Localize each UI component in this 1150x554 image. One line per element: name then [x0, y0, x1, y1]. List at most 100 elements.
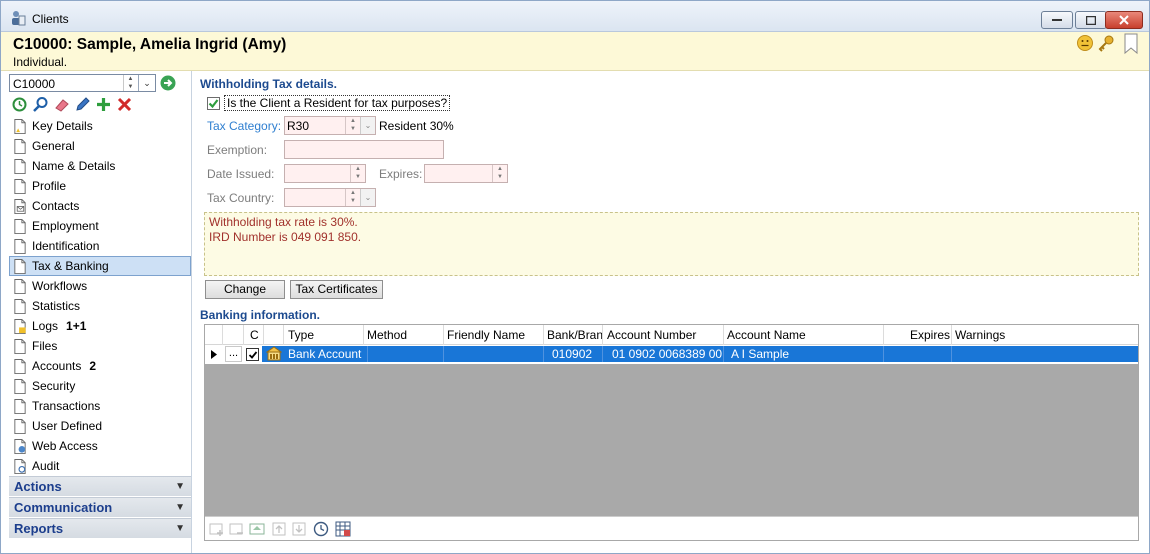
date-issued-field[interactable]: ▲ ▼ [284, 164, 366, 183]
section-communication[interactable]: Communication ▼ [9, 497, 191, 517]
col-header-method[interactable]: Method [367, 328, 407, 342]
banking-grid: C Type Method Friendly Name Bank/Bran Ac… [204, 324, 1139, 541]
sidebar-item-tax-banking[interactable]: Tax & Banking [9, 256, 191, 276]
smiley-icon[interactable] [1076, 34, 1094, 52]
sidebar-item-label: General [32, 139, 75, 153]
key-icon[interactable] [1097, 34, 1115, 52]
sidebar-item-employment[interactable]: Employment [9, 216, 191, 236]
resident-checkbox-row[interactable]: Is the Client a Resident for tax purpose… [207, 95, 451, 111]
move-down-icon[interactable] [291, 521, 307, 537]
sidebar-item-identification[interactable]: Identification [9, 236, 191, 256]
sidebar-item-key-details[interactable]: Key Details [9, 116, 191, 136]
resident-checkbox[interactable] [207, 96, 220, 110]
title-bar: Clients [1, 1, 1149, 32]
col-header-account-number[interactable]: Account Number [607, 328, 696, 342]
client-type: Individual. [13, 55, 68, 69]
sidebar-item-files[interactable]: Files [9, 336, 191, 356]
row-checkbox[interactable] [246, 348, 259, 361]
sidebar-item-name-details[interactable]: Name & Details [9, 156, 191, 176]
tax-country-spinner[interactable]: ▲ ▼ [345, 189, 360, 206]
chevron-down-icon[interactable]: ⌄ [138, 75, 155, 91]
sidebar: C10000 ▲ ▼ ⌄ Key Details General Name & … [1, 71, 192, 553]
grid-layout-icon[interactable] [335, 521, 351, 537]
eraser-icon[interactable] [53, 96, 70, 113]
sidebar-item-transactions[interactable]: Transactions [9, 396, 191, 416]
cell-type: Bank Account [288, 347, 362, 361]
spin-down-icon: ▼ [350, 126, 356, 132]
sidebar-item-security[interactable]: Security [9, 376, 191, 396]
history-icon[interactable] [11, 96, 28, 113]
bookmark-icon[interactable] [1122, 33, 1140, 55]
sidebar-item-statistics[interactable]: Statistics [9, 296, 191, 316]
client-code-spinner[interactable]: ▲ ▼ [123, 75, 137, 91]
add-row-icon[interactable] [209, 521, 225, 537]
col-header-type[interactable]: Type [288, 328, 314, 342]
sidebar-item-contacts[interactable]: Contacts [9, 196, 191, 216]
chevron-down-icon: ▼ [175, 502, 185, 513]
tax-certificates-button[interactable]: Tax Certificates [290, 280, 383, 299]
col-header-c[interactable]: C [250, 328, 259, 342]
sidebar-item-label: Statistics [32, 299, 81, 313]
col-header-account-name[interactable]: Account Name [727, 328, 806, 342]
col-header-friendly-name[interactable]: Friendly Name [447, 328, 525, 342]
sidebar-item-accounts[interactable]: Accounts 2 [9, 356, 191, 376]
sidebar-item-label: Name & Details [32, 159, 116, 173]
exemption-field[interactable] [284, 140, 444, 159]
clients-window: Clients C10000: Sample, Amelia Ingrid (A… [0, 0, 1150, 554]
chevron-down-icon[interactable]: ⌄ [360, 117, 375, 134]
tax-category-label[interactable]: Tax Category: [207, 119, 281, 133]
expires-field[interactable]: ▲ ▼ [424, 164, 508, 183]
document-icon [14, 138, 26, 154]
document-icon [14, 418, 26, 434]
tax-info-line: Withholding tax rate is 30%. [209, 215, 358, 229]
tax-category-spinner[interactable]: ▲ ▼ [345, 117, 360, 134]
tax-country-field[interactable]: ▲ ▼ ⌄ [284, 188, 376, 207]
remove-row-icon[interactable] [229, 521, 245, 537]
sidebar-item-profile[interactable]: Profile [9, 176, 191, 196]
close-icon [1119, 15, 1129, 25]
edit-pencil-icon[interactable] [74, 96, 91, 113]
table-row[interactable]: ... Bank Account 010902 01 0902 0068389 … [205, 345, 1138, 364]
sidebar-item-workflows[interactable]: Workflows [9, 276, 191, 296]
chevron-down-icon[interactable]: ⌄ [360, 189, 375, 206]
client-code-combo[interactable]: C10000 ▲ ▼ ⌄ [9, 74, 156, 92]
search-icon[interactable] [32, 96, 49, 113]
spin-up-icon: ▲ [355, 166, 361, 172]
window-title: Clients [32, 12, 69, 26]
chevron-down-icon: ▼ [175, 523, 185, 534]
sidebar-item-logs[interactable]: Logs 1+1 [9, 316, 191, 336]
sidebar-item-web-access[interactable]: Web Access [9, 436, 191, 456]
sidebar-item-label: Transactions [32, 399, 101, 413]
row-ellipsis-button[interactable]: ... [225, 346, 242, 362]
section-actions[interactable]: Actions ▼ [9, 476, 191, 496]
col-header-warnings[interactable]: Warnings [955, 328, 1005, 342]
section-reports[interactable]: Reports ▼ [9, 518, 191, 538]
change-button[interactable]: Change [205, 280, 285, 299]
delete-icon[interactable] [116, 96, 133, 113]
col-header-expires[interactable]: Expires [910, 328, 950, 342]
maximize-button[interactable] [1075, 11, 1107, 29]
add-icon[interactable] [95, 96, 112, 113]
minimize-button[interactable] [1041, 11, 1073, 29]
bank-lookup-icon[interactable] [249, 521, 265, 537]
go-arrow-icon[interactable] [160, 75, 176, 91]
tax-category-field[interactable]: R30 ▲ ▼ ⌄ [284, 116, 376, 135]
sidebar-item-general[interactable]: General [9, 136, 191, 156]
sidebar-item-audit[interactable]: Audit [9, 456, 191, 476]
sidebar-toolbar [11, 96, 133, 114]
expires-spinner[interactable]: ▲ ▼ [492, 165, 507, 182]
move-up-icon[interactable] [271, 521, 287, 537]
sidebar-item-user-defined[interactable]: User Defined [9, 416, 191, 436]
date-issued-spinner[interactable]: ▲ ▼ [350, 165, 365, 182]
selected-row-cells[interactable]: Bank Account 010902 01 0902 0068389 00 A… [246, 346, 1138, 362]
col-header-bank[interactable]: Bank/Bran [547, 328, 603, 342]
close-button[interactable] [1105, 11, 1143, 29]
banking-grid-toolbar [205, 516, 1138, 540]
document-icon [14, 158, 26, 174]
withholding-title: Withholding Tax details. [200, 77, 338, 91]
client-header: C10000: Sample, Amelia Ingrid (Amy) Indi… [1, 32, 1149, 71]
cell-bank: 010902 [552, 347, 593, 361]
sidebar-item-label: Workflows [32, 279, 88, 293]
bank-building-icon [266, 346, 282, 361]
clock-icon[interactable] [313, 521, 329, 537]
